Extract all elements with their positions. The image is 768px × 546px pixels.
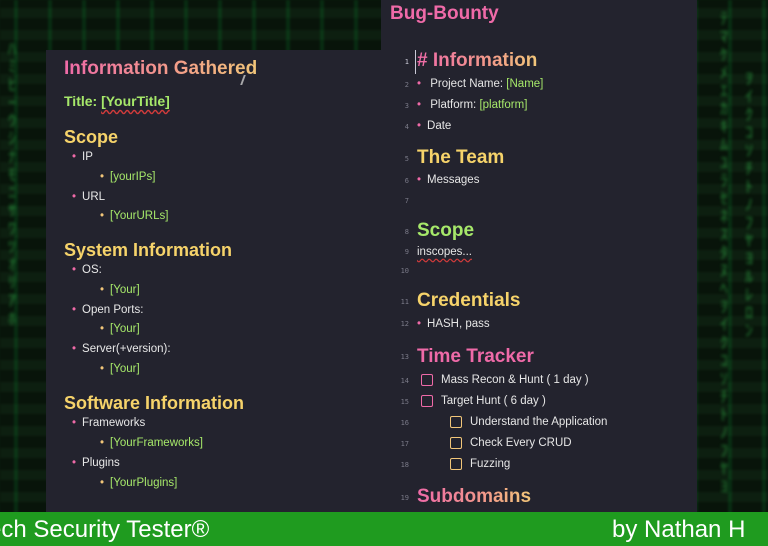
system-os-value: [Your] [100, 284, 140, 296]
document-title: Bug-Bounty [390, 3, 499, 24]
software-frameworks-value: [YourFrameworks] [100, 437, 203, 449]
software-item-frameworks: Frameworks [72, 417, 145, 429]
task-label: Check Every CRUD [470, 437, 572, 449]
platform-line[interactable]: Platform: [platform] [417, 99, 527, 111]
task-row[interactable]: Check Every CRUD [450, 437, 572, 449]
text-caret [415, 50, 416, 74]
checkbox[interactable] [450, 437, 462, 449]
line-number: 17 [400, 440, 409, 448]
checkbox[interactable] [450, 458, 462, 470]
system-server-value: [Your] [100, 363, 140, 375]
line-number: 16 [400, 419, 409, 427]
line-number: 3 [404, 102, 409, 110]
line-number: 19 [400, 494, 409, 502]
task-row[interactable]: Fuzzing [450, 458, 510, 470]
checkbox[interactable] [450, 416, 462, 428]
line-number: 5 [404, 155, 409, 163]
matrix-glyphs: ｦ ｲ ｸ ｺ ｿ ﾁ ﾄ ﾉ ﾌ ﾔ ﾖ ﾙ ﾚ ﾛ ﾝ [745, 69, 754, 340]
software-information-heading: Software Information [64, 393, 245, 413]
matrix-glyphs: ﾃ ﾏ ｹ ﾒ ｴ ｶ ｷ ﾑ ﾕ ﾗ ｾ ﾈ ｽ ﾀ ﾇ ﾍ ｦ ｲ ｸ ｺ … [720, 9, 729, 496]
line-number: 15 [400, 398, 409, 406]
title-line: Title: [YourTitle] [64, 93, 170, 109]
matrix-glyphs: ﾊ ﾐ ﾋ ｰ ｳ ｼ ﾅ ﾓ ﾆ ｻ ﾜ ﾂ ｵ ﾘ ｱ ﾎ [8, 39, 17, 328]
system-information-heading: System Information [64, 240, 233, 260]
credentials-heading[interactable]: Credentials [417, 290, 520, 312]
information-gathered-heading: Information Gathered [64, 58, 258, 79]
project-name-line[interactable]: Project Name: [Name] [417, 78, 543, 90]
date-line[interactable]: Date [417, 120, 451, 132]
project-name-label: Project Name: [430, 78, 504, 90]
system-item-open-ports: Open Ports: [72, 304, 143, 316]
subdomains-heading[interactable]: Subdomains [417, 486, 531, 508]
line-number: 6 [404, 177, 409, 185]
task-row[interactable]: Mass Recon & Hunt ( 1 day ) [421, 374, 589, 386]
system-item-server: Server(+version): [72, 343, 171, 355]
time-tracker-heading[interactable]: Time Tracker [417, 346, 534, 368]
line-number: 7 [404, 197, 409, 205]
task-row[interactable]: Target Hunt ( 6 day ) [421, 395, 546, 407]
system-open-ports-value: [Your] [100, 323, 140, 335]
line-number: 8 [404, 228, 409, 236]
line-number: 13 [400, 353, 409, 361]
title-value: [YourTitle] [101, 93, 170, 109]
banner-right-text: by Nathan H [612, 516, 746, 543]
banner-left-text: ech Security Tester® [0, 516, 210, 543]
scope-item-url: URL [72, 191, 105, 203]
editor-pane[interactable]: Bug-Bounty 1 2 3 4 5 6 7 8 9 10 11 12 13… [381, 0, 697, 512]
line-number: 18 [400, 461, 409, 469]
scope-heading-editor[interactable]: Scope [417, 220, 474, 242]
preview-pane[interactable]: Information Gathered Title: [YourTitle] … [46, 50, 381, 512]
line-number: 12 [400, 320, 409, 328]
inscopes-line[interactable]: inscopes... [417, 246, 472, 258]
line-number: 1 [404, 58, 409, 66]
information-heading[interactable]: # Information [417, 50, 537, 72]
software-plugins-value: [YourPlugins] [100, 477, 177, 489]
hash-line[interactable]: HASH, pass [417, 318, 490, 330]
platform-label: Platform: [430, 99, 477, 111]
task-row[interactable]: Understand the Application [450, 416, 607, 428]
scope-url-value: [YourURLs] [100, 210, 168, 222]
line-number: 10 [400, 267, 409, 275]
task-label: Target Hunt ( 6 day ) [441, 395, 546, 407]
mouse-cursor-icon [240, 75, 252, 85]
task-label: Fuzzing [470, 458, 511, 470]
scope-ip-value: [yourIPs] [100, 171, 155, 183]
bottom-banner: ech Security Tester® by Nathan H [0, 512, 768, 546]
scope-item-ip: IP [72, 151, 93, 163]
system-item-os: OS: [72, 264, 102, 276]
line-number: 2 [404, 81, 409, 89]
project-name-value: [Name] [506, 78, 544, 90]
checkbox[interactable] [421, 374, 433, 386]
scope-heading: Scope [64, 127, 119, 147]
line-number: 11 [400, 298, 409, 306]
the-team-heading[interactable]: The Team [417, 147, 504, 169]
line-number: 9 [404, 248, 409, 256]
messages-line[interactable]: Messages [417, 174, 479, 186]
platform-value: [platform] [479, 99, 528, 111]
inscopes-text: inscopes... [417, 246, 472, 258]
task-label: Understand the Application [470, 416, 608, 428]
line-number: 14 [400, 377, 409, 385]
checkbox[interactable] [421, 395, 433, 407]
task-label: Mass Recon & Hunt ( 1 day ) [441, 374, 589, 386]
title-label: Title: [64, 93, 98, 109]
line-number: 4 [404, 123, 409, 131]
software-item-plugins: Plugins [72, 457, 120, 469]
